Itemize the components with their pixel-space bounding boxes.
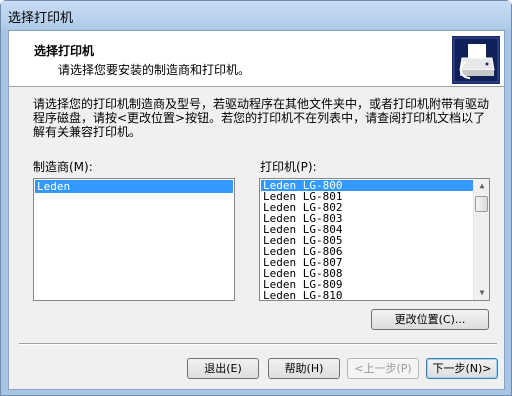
help-button[interactable]: 帮助(H) bbox=[268, 358, 340, 379]
manufacturer-label: 制造商(M): bbox=[33, 160, 93, 174]
printer-items: Leden LG-800 Leden LG-801 Leden LG-802 L… bbox=[261, 180, 473, 300]
dialog-content: 选择打印机 请选择您要安装的制造商和打印机。 请选择您的打印机制造商及型号，若驱… bbox=[8, 30, 505, 390]
scroll-down-arrow-icon[interactable]: ▼ bbox=[475, 286, 489, 300]
change-location-button[interactable]: 更改位置(C)... bbox=[371, 309, 489, 330]
instruction-text: 请选择您的打印机制造商及型号，若驱动程序在其他文件夹中，或者打印机附带有驱动程序… bbox=[33, 97, 490, 139]
manufacturer-item[interactable]: Leden bbox=[35, 180, 233, 193]
dialog-window: 选择打印机 选择打印机 请选择您要安装的制造商和打印机。 请选择您的打印机制造商… bbox=[0, 0, 512, 396]
separator bbox=[19, 343, 497, 345]
back-button[interactable]: <上一步(P) bbox=[347, 358, 419, 379]
window-title: 选择打印机 bbox=[8, 11, 74, 26]
scroll-thumb[interactable] bbox=[475, 196, 488, 212]
header-subtitle: 请选择您要安装的制造商和打印机。 bbox=[58, 63, 251, 77]
printer-label: 打印机(P): bbox=[260, 160, 317, 174]
next-button[interactable]: 下一步(N)> bbox=[426, 358, 498, 379]
header-title: 选择打印机 bbox=[34, 44, 95, 58]
exit-button[interactable]: 退出(E) bbox=[187, 358, 259, 379]
scroll-up-arrow-icon[interactable]: ▲ bbox=[475, 179, 489, 193]
printer-icon bbox=[452, 36, 500, 84]
printer-list[interactable]: Leden LG-800 Leden LG-801 Leden LG-802 L… bbox=[259, 178, 490, 301]
manufacturer-list[interactable]: Leden bbox=[33, 178, 235, 301]
title-bar[interactable]: 选择打印机 bbox=[1, 1, 511, 29]
wizard-header: 选择打印机 请选择您要安装的制造商和打印机。 bbox=[9, 31, 504, 87]
printer-list-scrollbar[interactable]: ▲ ▼ bbox=[473, 179, 489, 300]
printer-item[interactable]: Leden LG-810 bbox=[261, 290, 473, 300]
